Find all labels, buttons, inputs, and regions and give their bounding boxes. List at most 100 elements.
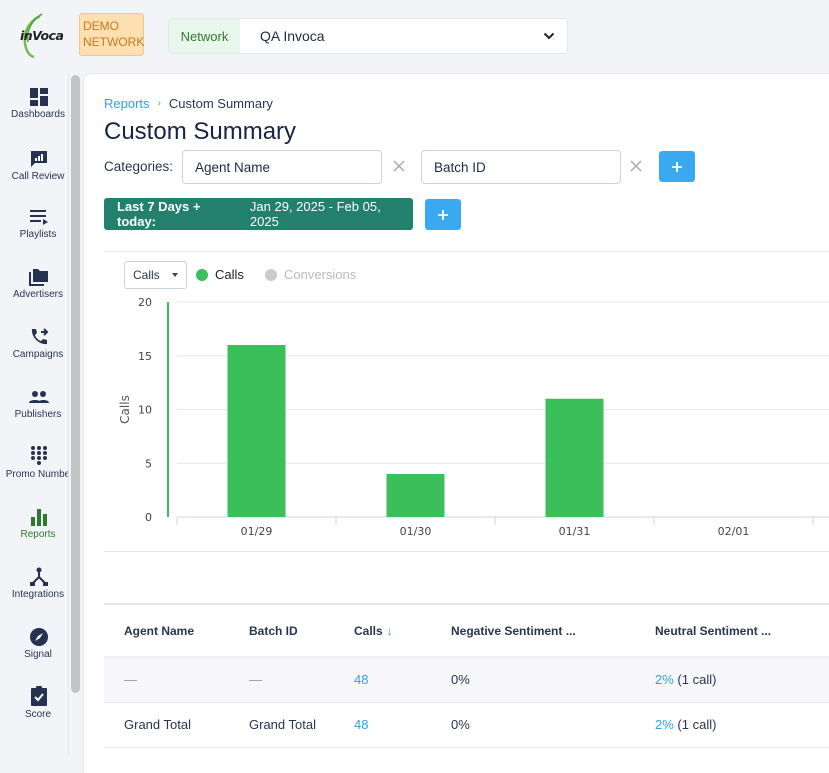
- x-tick-label: 02/01: [718, 525, 750, 538]
- sidebar-item-label: Playlists: [19, 229, 57, 240]
- sidebar-item-label: Reports: [20, 529, 56, 540]
- bar-01-31: [545, 398, 604, 517]
- sidebar-item-call-review[interactable]: Call Review: [0, 149, 78, 182]
- summary-table: Agent Name Batch ID Calls ↓ Negative Sent…: [104, 603, 829, 748]
- network-select[interactable]: Network QA Invoca: [168, 18, 568, 54]
- breadcrumb-reports-link[interactable]: Reports: [104, 96, 150, 111]
- compass-icon: [30, 628, 48, 646]
- sidebar-item-playlists[interactable]: Playlists: [0, 207, 78, 240]
- date-range-button[interactable]: Last 7 Days + today: Jan 29, 2025 - Feb …: [104, 198, 413, 230]
- cell-neutral-pct-link[interactable]: 2%: [655, 717, 674, 732]
- cell-neutral-count: (1 call): [677, 717, 717, 732]
- sidebar-item-reports[interactable]: Reports: [0, 507, 78, 540]
- legend-dot-icon: [196, 268, 208, 281]
- sort-down-icon[interactable]: ↓: [387, 624, 393, 638]
- cell-batch-id: —: [229, 657, 334, 703]
- sidebar-item-advertisers[interactable]: Advertisers: [0, 267, 78, 300]
- call-review-icon: [31, 151, 47, 167]
- cell-batch-id: Grand Total: [229, 702, 334, 748]
- demo-network-badge: DEMO NETWORK: [79, 13, 144, 56]
- cell-agent-name: Grand Total: [104, 702, 229, 748]
- y-axis-label: Calls: [118, 395, 132, 424]
- y-tick-label: 0: [145, 511, 152, 524]
- table-row-grand-total: Grand Total Grand Total 48 0% 2% (1 call…: [104, 702, 829, 748]
- legend-item-conversions[interactable]: Conversions: [265, 267, 356, 282]
- sidebar-item-label: Integrations: [11, 589, 65, 600]
- column-header-agent-name[interactable]: Agent Name: [104, 605, 229, 658]
- sidebar-item-campaigns[interactable]: Campaigns: [0, 327, 78, 360]
- main-content: Reports › Custom Summary Custom Summary …: [83, 73, 829, 773]
- logo-text: inVoca: [20, 28, 64, 43]
- legend-label: Conversions: [284, 267, 357, 282]
- category-field-agent-name[interactable]: Agent Name: [182, 150, 382, 184]
- breadcrumb-current: Custom Summary: [168, 96, 273, 111]
- table-row: — — 48 0% 2% (1 call): [104, 657, 829, 703]
- sidebar-item-label: Dashboards: [11, 109, 65, 120]
- category-field-batch-id[interactable]: Batch ID: [421, 150, 621, 184]
- date-range-preset: Last 7 Days + today:: [117, 199, 201, 229]
- dashboard-icon: [30, 88, 48, 106]
- caret-down-icon: [171, 273, 178, 277]
- column-header-calls[interactable]: Calls ↓: [334, 605, 431, 658]
- top-bar: inVoca DEMO NETWORK Network QA Invoca: [0, 0, 829, 73]
- page-title: Custom Summary: [104, 118, 297, 145]
- sidebar-item-signal[interactable]: Signal: [0, 627, 78, 660]
- cell-neutral-pct-link[interactable]: 2%: [655, 672, 674, 687]
- cell-negative-sentiment: 0%: [431, 702, 635, 748]
- y-tick-label: 10: [138, 404, 152, 417]
- plus-icon: [672, 161, 682, 172]
- close-icon[interactable]: [391, 158, 407, 174]
- divider: [104, 551, 829, 552]
- sidebar-item-label: Publishers: [14, 409, 62, 420]
- sidebar-item-score[interactable]: Score: [0, 685, 78, 720]
- bar-01-30: [386, 474, 445, 517]
- sidebar-item-label: Advertisers: [12, 289, 63, 300]
- y-tick-label: 20: [138, 296, 152, 309]
- metric-select[interactable]: Calls: [124, 261, 187, 289]
- phone-forward-icon: [31, 328, 49, 345]
- x-tick-label: 01/31: [559, 525, 591, 538]
- sidebar-scrollbar-thumb[interactable]: [71, 75, 80, 693]
- cell-negative-sentiment: 0%: [431, 657, 635, 703]
- column-header-batch-id[interactable]: Batch ID: [229, 605, 334, 658]
- legend-item-calls[interactable]: Calls: [196, 267, 244, 282]
- bar-chart-icon: [31, 509, 47, 526]
- close-icon[interactable]: [628, 158, 644, 174]
- invoca-logo[interactable]: inVoca: [18, 12, 74, 59]
- categories-label: Categories:: [104, 159, 174, 174]
- add-category-button[interactable]: [659, 151, 695, 182]
- column-header-label: Calls: [354, 623, 383, 638]
- x-tick-label: 01/30: [400, 525, 432, 538]
- sidebar-item-label: Call Review: [11, 171, 65, 182]
- people-icon: [29, 391, 49, 403]
- sidebar-item-publishers[interactable]: Publishers: [0, 387, 78, 420]
- sidebar-item-dashboards[interactable]: Dashboards: [0, 87, 78, 120]
- column-header-neutral-sentiment[interactable]: Neutral Sentiment ...: [635, 605, 829, 658]
- playlist-icon: [30, 210, 48, 225]
- cell-neutral-count: (1 call): [677, 672, 717, 688]
- sidebar-item-integrations[interactable]: Integrations: [0, 567, 78, 600]
- sidebar-item-label: Promo Numbe: [5, 469, 71, 480]
- table-header-row: Agent Name Batch ID Calls ↓ Negative Sent…: [104, 605, 829, 658]
- legend-label: Calls: [215, 267, 244, 282]
- column-header-negative-sentiment[interactable]: Negative Sentiment ...: [431, 605, 635, 658]
- plus-icon: [438, 209, 448, 220]
- chevron-down-icon[interactable]: [531, 32, 567, 40]
- metric-select-value: Calls: [133, 268, 160, 282]
- sidebar-nav: Dashboards Call Review Playlists Adverti…: [0, 73, 70, 755]
- sidebar-item-promo-numbers[interactable]: Promo Numbe: [0, 445, 78, 480]
- sidebar-item-label: Score: [24, 709, 52, 720]
- sidebar-item-label: Signal: [24, 649, 52, 660]
- network-label: Network: [169, 19, 240, 53]
- date-range-value: Jan 29, 2025 - Feb 05, 2025: [249, 199, 381, 229]
- breadcrumb: Reports › Custom Summary: [104, 96, 273, 111]
- add-date-range-button[interactable]: [425, 199, 461, 230]
- cell-calls-link[interactable]: 48: [354, 672, 368, 687]
- bar-01-29: [227, 345, 286, 517]
- x-tick-label: 01/29: [241, 525, 273, 538]
- cell-calls-link[interactable]: 48: [354, 717, 368, 732]
- divider: [104, 251, 829, 252]
- folder-icon: [29, 269, 48, 286]
- sidebar-item-label: Campaigns: [12, 349, 64, 360]
- legend-dot-icon: [265, 268, 277, 281]
